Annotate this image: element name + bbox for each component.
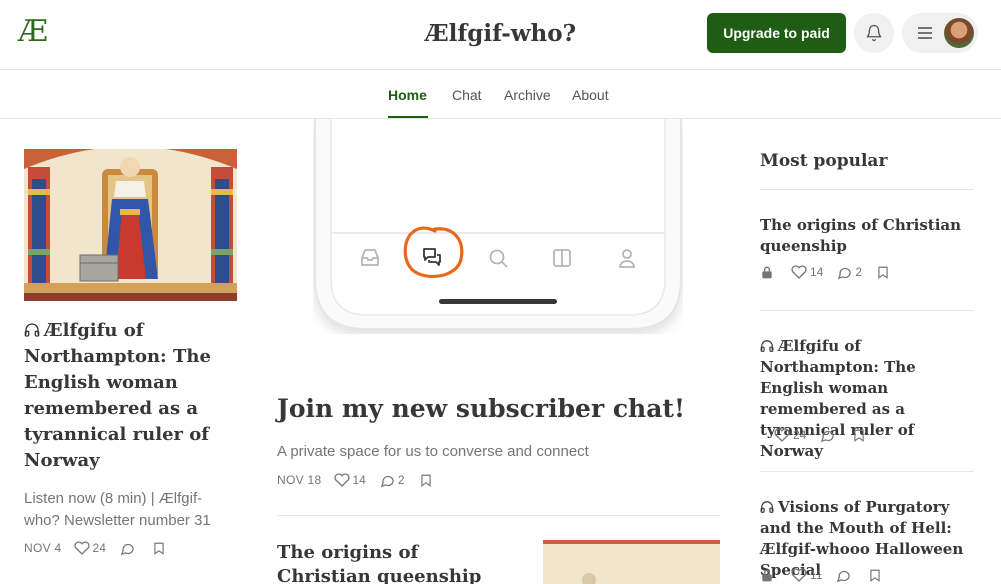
post-title-text: Ælfgifu of Northampton: The English woma…	[24, 320, 211, 471]
main-nav: Home Chat Archive About	[0, 70, 1001, 119]
headphones-icon	[24, 323, 40, 337]
bookmark-button[interactable]	[152, 541, 169, 556]
like-button[interactable]: 24	[774, 427, 806, 443]
account-menu-button[interactable]	[902, 13, 978, 53]
post-meta: NOV 4 24	[24, 540, 183, 556]
tab-about[interactable]: About	[572, 87, 609, 103]
popular-post-title[interactable]: Ælfgifu of Northampton: The English woma…	[760, 336, 974, 462]
post-date: NOV 18	[277, 473, 322, 487]
comment-button[interactable]: 2	[380, 473, 405, 488]
like-button[interactable]: 14	[333, 472, 366, 488]
like-button[interactable]: 14	[791, 264, 823, 280]
post-thumbnail[interactable]	[543, 540, 720, 584]
popular-post-meta: 24	[774, 427, 883, 443]
lock-icon	[760, 568, 777, 583]
comment-count: 2	[397, 473, 405, 487]
publication-title[interactable]: Ælfgif-who?	[0, 20, 1001, 47]
active-tab-indicator	[388, 116, 428, 118]
headphones-icon	[760, 340, 774, 352]
like-count: 11	[810, 568, 823, 582]
tab-archive[interactable]: Archive	[504, 87, 551, 103]
bookmark-button[interactable]	[852, 428, 869, 443]
comment-icon	[120, 543, 134, 555]
post-divider	[277, 515, 720, 516]
like-count: 14	[352, 473, 366, 487]
comment-icon	[837, 570, 851, 582]
like-button[interactable]: 24	[73, 540, 106, 556]
heart-icon	[774, 428, 790, 442]
bell-icon	[866, 24, 882, 42]
comment-icon	[838, 267, 852, 279]
section-divider	[760, 310, 974, 311]
headphones-icon	[760, 501, 774, 513]
lock-icon	[760, 265, 777, 280]
bookmark-icon	[878, 266, 888, 279]
featured-post-subtitle: A private space for us to converse and c…	[277, 443, 589, 460]
heart-icon	[791, 568, 807, 582]
notifications-button[interactable]	[854, 13, 894, 53]
most-popular-heading: Most popular	[760, 151, 888, 171]
upgrade-button[interactable]: Upgrade to paid	[707, 13, 846, 53]
section-divider	[760, 471, 974, 472]
publication-logo[interactable]: Æ	[18, 14, 48, 49]
popular-post-title[interactable]: The origins of Christian queenship	[760, 215, 974, 257]
popular-post-meta: 11	[760, 567, 899, 583]
post-image-queen-illustration[interactable]	[24, 149, 237, 301]
user-avatar	[944, 18, 974, 48]
popular-post-meta: 14 2	[760, 264, 907, 280]
like-count: 24	[92, 541, 106, 555]
featured-post-meta: NOV 18 14 2	[277, 472, 450, 488]
heart-icon	[73, 541, 90, 555]
comment-button[interactable]	[120, 541, 138, 556]
tab-home[interactable]: Home	[388, 87, 427, 103]
bookmark-icon	[420, 474, 431, 487]
like-button[interactable]: 11	[791, 567, 822, 583]
comment-button[interactable]	[820, 428, 838, 443]
post-title[interactable]: Ælfgifu of Northampton: The English woma…	[24, 318, 224, 474]
comment-button[interactable]	[836, 568, 854, 583]
featured-post-image-phone[interactable]	[313, 119, 683, 334]
hamburger-icon	[918, 27, 932, 39]
comment-icon	[380, 475, 394, 487]
heart-icon	[333, 473, 350, 487]
bookmark-icon	[154, 542, 164, 555]
heart-icon	[791, 265, 807, 279]
site-header: Æ Ælfgif-who? Upgrade to paid	[0, 0, 1001, 70]
comment-icon	[821, 430, 835, 442]
section-divider	[760, 189, 974, 190]
bookmark-button[interactable]	[868, 568, 885, 583]
like-count: 14	[810, 265, 824, 279]
like-count: 24	[793, 428, 807, 442]
tab-chat[interactable]: Chat	[452, 87, 482, 103]
bookmark-icon	[870, 569, 881, 582]
bookmark-icon	[854, 429, 865, 442]
comment-button[interactable]: 2	[837, 265, 862, 280]
featured-post-title[interactable]: Join my new subscriber chat!	[277, 394, 720, 423]
post-date: NOV 4	[24, 541, 62, 555]
post-subtitle: Listen now (8 min) | Ælfgif-who? Newslet…	[24, 490, 211, 529]
comment-count: 2	[855, 265, 863, 279]
post-title[interactable]: The origins of Christian queenship	[277, 541, 517, 584]
bookmark-button[interactable]	[876, 265, 893, 280]
bookmark-button[interactable]	[419, 473, 436, 488]
